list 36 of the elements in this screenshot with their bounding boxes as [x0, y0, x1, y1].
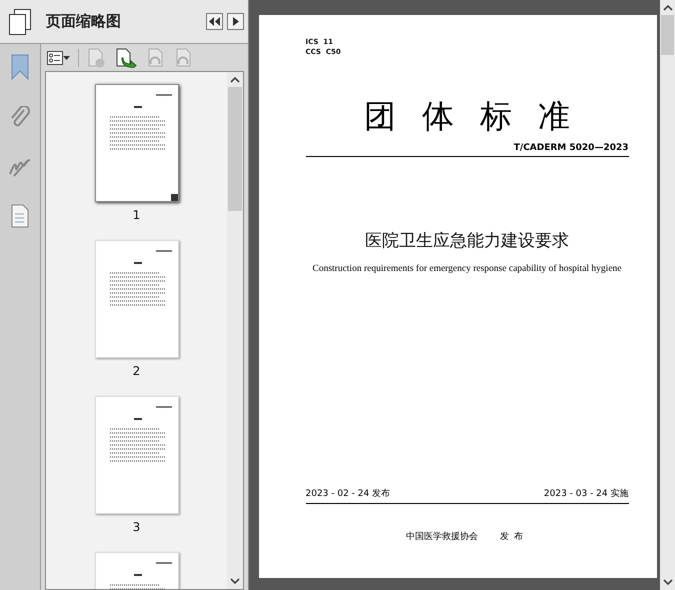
scroll-thumb[interactable]: [661, 15, 674, 55]
document-title: 医院卫生应急能力建设要求: [364, 230, 570, 252]
document-heading: 团体标准: [363, 96, 597, 137]
standard-number: T/CADERM 5020—2023: [514, 143, 628, 153]
document-icon[interactable]: [11, 204, 29, 228]
issue-date: 2023 - 02 - 24 发布: [306, 488, 390, 500]
right-arrow-icon: [232, 17, 238, 26]
document-subtitle: Construction requirements for emergency response capability of hospital hygiene: [311, 264, 622, 274]
panel-title: 页面缩略图: [44, 12, 122, 31]
scrollbar[interactable]: [227, 72, 243, 589]
page-content-drawing: [110, 94, 172, 150]
scroll-down-icon[interactable]: [230, 578, 240, 585]
publisher: 中国医学救援协会: [406, 530, 478, 543]
scroll-thumb[interactable]: [228, 87, 242, 211]
options-button[interactable]: [47, 50, 70, 64]
caret-icon: [63, 56, 70, 60]
scroll-up-icon[interactable]: [662, 4, 672, 11]
insert-button[interactable]: [115, 48, 137, 68]
double-left-arrow-icon: [209, 17, 220, 26]
page-delete-icon: [87, 48, 107, 68]
scroll-down-icon[interactable]: [662, 579, 672, 586]
publish-label: 发布: [500, 530, 528, 543]
scrollbar[interactable]: [660, 0, 675, 590]
page-thumbnail[interactable]: [94, 84, 178, 202]
collapse-button[interactable]: [206, 13, 223, 30]
scroll-up-icon[interactable]: [230, 76, 240, 83]
effective-date: 2023 - 03 - 24 实施: [544, 488, 628, 500]
page-content-drawing: [110, 406, 172, 462]
pages-icon[interactable]: [8, 8, 32, 34]
page-insert-icon: [115, 48, 137, 68]
page-number: 2: [132, 364, 140, 378]
expand-button[interactable]: [227, 13, 244, 30]
page-number: 1: [132, 208, 140, 222]
page-content-drawing: [110, 250, 172, 306]
list-view-icon: [47, 50, 63, 64]
page-number: 3: [132, 520, 140, 534]
